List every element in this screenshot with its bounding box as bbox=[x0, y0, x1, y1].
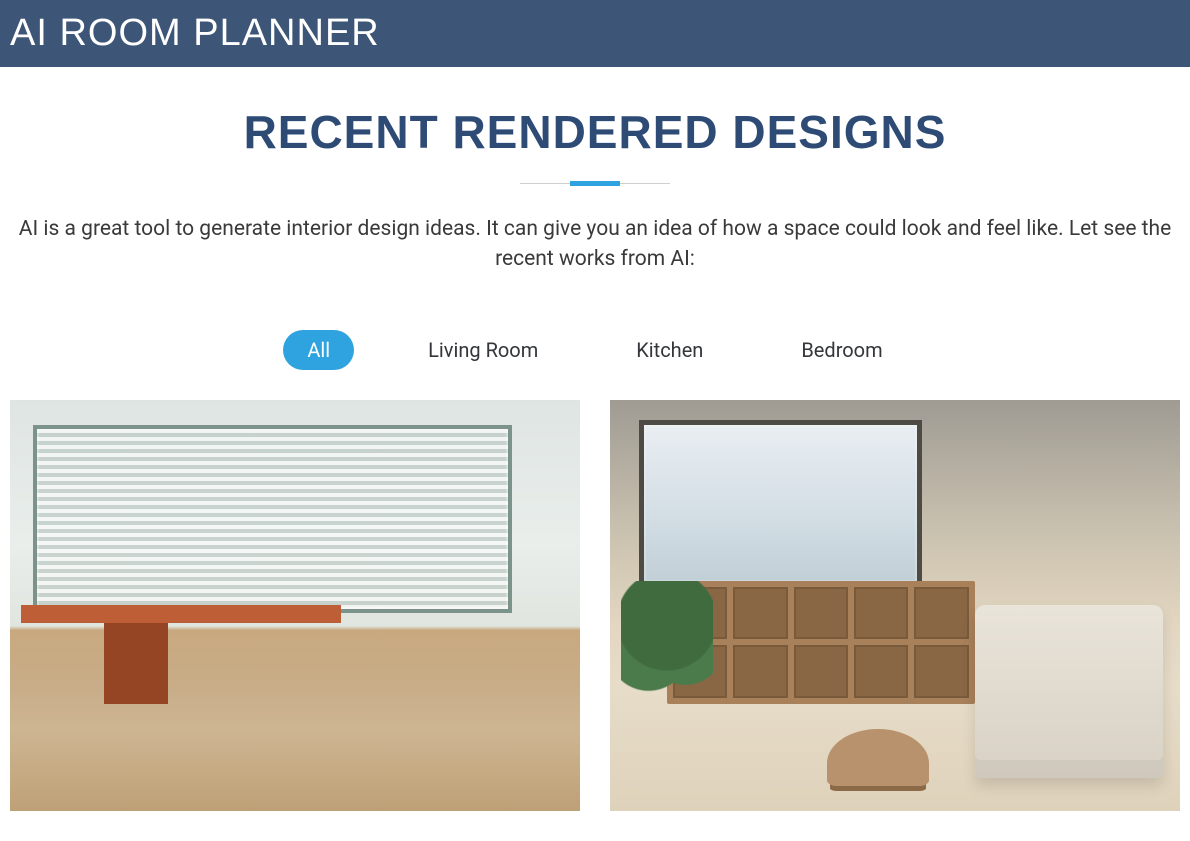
filter-bedroom[interactable]: Bedroom bbox=[777, 330, 906, 370]
section-title: RECENT RENDERED DESIGNS bbox=[10, 105, 1180, 159]
filter-kitchen[interactable]: Kitchen bbox=[612, 330, 727, 370]
filter-tabs: All Living Room Kitchen Bedroom bbox=[10, 330, 1180, 370]
design-card[interactable] bbox=[610, 400, 1180, 811]
design-card[interactable] bbox=[10, 400, 580, 811]
section-divider bbox=[10, 181, 1180, 186]
filter-living-room[interactable]: Living Room bbox=[404, 330, 562, 370]
divider-line-left bbox=[520, 183, 570, 184]
section-intro: AI is a great tool to generate interior … bbox=[15, 214, 1175, 275]
gallery-grid bbox=[10, 400, 1180, 841]
site-title[interactable]: AI ROOM PLANNER bbox=[10, 12, 1180, 55]
divider-line-right bbox=[620, 183, 670, 184]
design-render-plant bbox=[621, 581, 712, 778]
main-content: RECENT RENDERED DESIGNS AI is a great to… bbox=[0, 105, 1190, 841]
site-header: AI ROOM PLANNER bbox=[0, 0, 1190, 67]
divider-accent bbox=[570, 181, 620, 186]
design-render-shelf bbox=[667, 581, 975, 704]
design-render-table bbox=[827, 729, 930, 787]
filter-all[interactable]: All bbox=[283, 330, 354, 370]
